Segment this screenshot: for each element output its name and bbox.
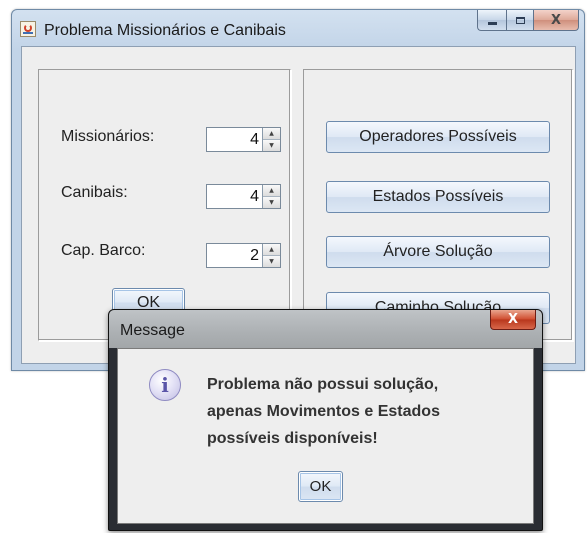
missionaries-spin-buttons: ▲ ▼	[262, 128, 280, 151]
missionaries-value[interactable]: 4	[207, 128, 262, 151]
dialog-close-button[interactable]: X	[490, 310, 536, 330]
window-title: Problema Missionários e Canibais	[44, 22, 286, 39]
maximize-icon	[515, 16, 525, 24]
message-line: possíveis disponíveis!	[207, 430, 378, 447]
info-icon: i	[149, 369, 181, 401]
spin-down-arrow-icon[interactable]: ▼	[263, 256, 280, 267]
message-line: apenas Movimentos e Estados	[207, 403, 440, 420]
dialog-title-bar[interactable]: Message X	[109, 310, 542, 348]
dialog-body: i Problema não possui solução, apenas Mo…	[117, 348, 534, 524]
spin-up-arrow-icon[interactable]: ▲	[263, 244, 280, 256]
dialog-ok-button[interactable]: OK	[298, 471, 343, 502]
cannibals-value[interactable]: 4	[207, 185, 262, 208]
info-glyph: i	[161, 373, 169, 397]
solution-tree-button[interactable]: Árvore Solução	[326, 236, 550, 268]
spin-down-arrow-icon[interactable]: ▼	[263, 140, 280, 151]
minimize-icon	[487, 21, 497, 25]
close-icon: X	[550, 12, 562, 28]
missionaries-spinner[interactable]: 4 ▲ ▼	[206, 127, 281, 152]
maximize-button[interactable]	[506, 10, 533, 31]
cannibals-label: Canibais:	[61, 184, 128, 201]
possible-operators-button[interactable]: Operadores Possíveis	[326, 121, 550, 153]
close-icon: X	[507, 312, 519, 327]
parameters-panel: Missionários: 4 ▲ ▼ Canibais: 4 ▲ ▼ Cap.…	[38, 69, 291, 341]
close-button[interactable]: X	[533, 10, 579, 31]
missionaries-label: Missionários:	[61, 128, 155, 145]
window-controls: X	[477, 10, 579, 31]
spin-down-arrow-icon[interactable]: ▼	[263, 197, 280, 208]
message-dialog: Message X i Problema não possui solução,…	[108, 309, 543, 531]
cannibals-spin-buttons: ▲ ▼	[262, 185, 280, 208]
cannibals-spinner[interactable]: 4 ▲ ▼	[206, 184, 281, 209]
possible-states-button[interactable]: Estados Possíveis	[326, 181, 550, 213]
title-bar[interactable]: Problema Missionários e Canibais X	[12, 10, 584, 46]
actions-panel: Operadores Possíveis Estados Possíveis Á…	[303, 69, 573, 341]
spin-up-arrow-icon[interactable]: ▲	[263, 128, 280, 140]
boat-capacity-spin-buttons: ▲ ▼	[262, 244, 280, 267]
java-app-icon	[20, 21, 36, 37]
minimize-button[interactable]	[477, 10, 506, 31]
dialog-title: Message	[120, 322, 185, 339]
boat-capacity-value[interactable]: 2	[207, 244, 262, 267]
message-line: Problema não possui solução,	[207, 376, 439, 393]
boat-capacity-label: Cap. Barco:	[61, 242, 146, 259]
boat-capacity-spinner[interactable]: 2 ▲ ▼	[206, 243, 281, 268]
message-text: Problema não possui solução, apenas Movi…	[207, 371, 507, 452]
spin-up-arrow-icon[interactable]: ▲	[263, 185, 280, 197]
